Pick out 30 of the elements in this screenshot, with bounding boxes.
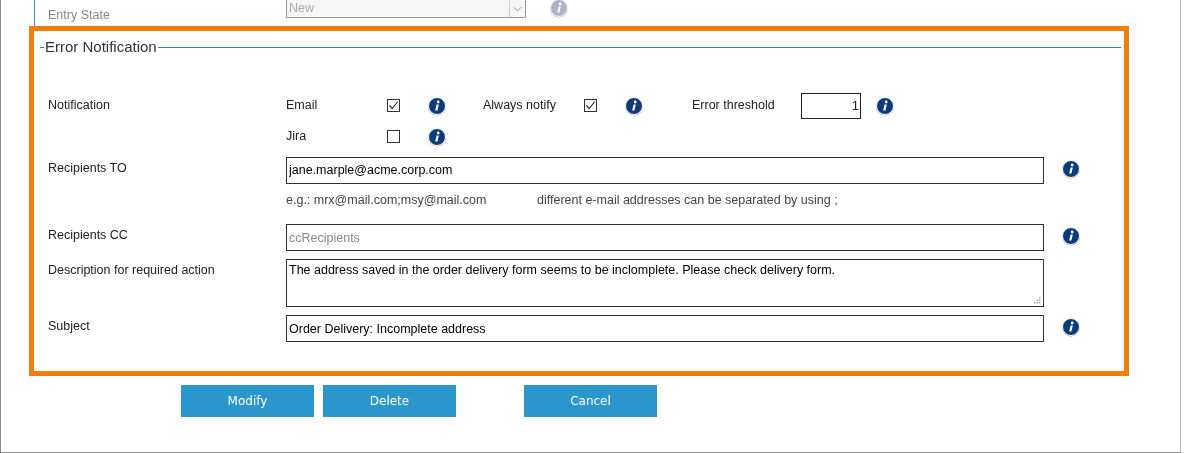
text-area[interactable]: The address saved in the order delivery form seems to be inclomplete. Please check delivery form. [286, 259, 1044, 308]
field-label: Recipients CC [48, 227, 129, 245]
info-icon[interactable] [427, 126, 447, 147]
resize-grip-icon [1034, 297, 1041, 305]
option-label: Email [286, 97, 319, 115]
checkbox[interactable] [387, 99, 400, 112]
option-label: Always notify [483, 97, 557, 115]
info-icon[interactable] [1061, 158, 1081, 179]
threshold-field[interactable]: 1 [801, 92, 861, 119]
option-label: Jira [286, 128, 308, 146]
section-title: Error Notification [44, 37, 158, 57]
hint-text: e.g.: mrx@mail.com;msy@mail.com [286, 191, 488, 209]
text-field[interactable]: ccRecipients [286, 224, 1044, 252]
info-icon[interactable] [427, 95, 447, 116]
field-label: Description for required action [48, 262, 216, 280]
text-field[interactable]: Order Delivery: Incomplete address [286, 315, 1044, 343]
info-icon[interactable] [875, 95, 895, 116]
field-label: Notification [48, 97, 111, 115]
field-label: Entry State [48, 7, 111, 24]
info-icon[interactable] [1061, 317, 1081, 338]
info-icon[interactable] [624, 95, 644, 116]
chevron-down-icon [509, 0, 525, 17]
field-label: Recipients TO [48, 159, 128, 177]
checkbox[interactable] [387, 130, 400, 143]
hint-text: different e-mail addresses can be separated by using ; [537, 191, 838, 209]
info-icon[interactable] [1061, 226, 1081, 247]
field-label: Subject [48, 318, 91, 336]
field-label: Error threshold [692, 97, 776, 115]
text-field[interactable]: jane.marple@acme.corp.com [286, 156, 1044, 184]
checkbox[interactable] [584, 99, 597, 112]
